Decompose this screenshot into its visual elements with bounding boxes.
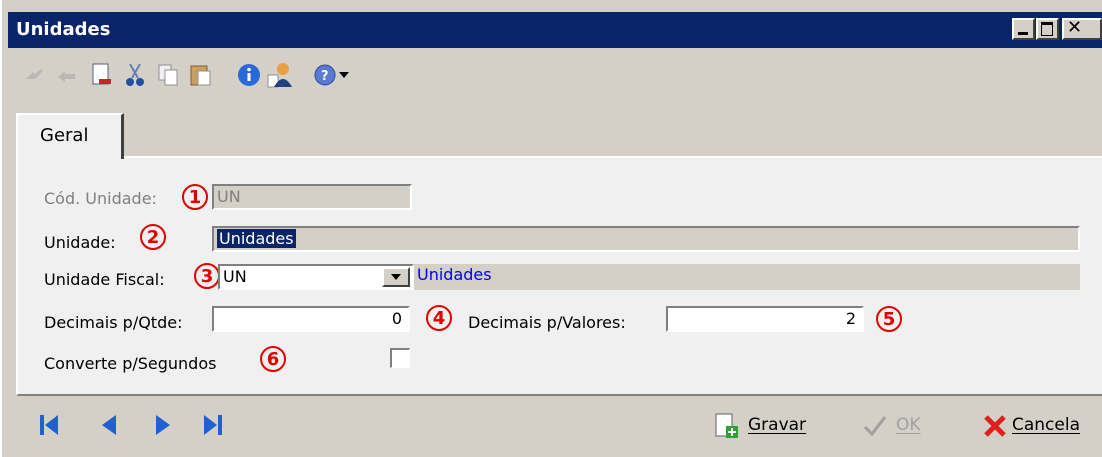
cut-icon[interactable] — [122, 62, 148, 88]
checkmark-icon — [863, 416, 887, 437]
cancela-label: Cancela — [1012, 415, 1081, 435]
unidade-field[interactable]: Unidades — [212, 226, 1080, 252]
decimais-qtde-label: Decimais p/Qtde: — [44, 313, 183, 332]
cod-unidade-field[interactable]: UN — [212, 184, 412, 210]
new-document-icon[interactable] — [88, 62, 114, 88]
decimais-qtde-field[interactable]: 0 — [212, 306, 410, 332]
previous-button[interactable] — [96, 412, 122, 438]
unidade-label: Unidade: — [44, 233, 116, 252]
gravar-label: Gravar — [748, 415, 807, 435]
unidade-fiscal-value: UN — [223, 267, 247, 286]
chevron-down-icon — [391, 274, 401, 280]
skip-last-icon — [204, 415, 222, 435]
maximize-button[interactable] — [1036, 18, 1059, 40]
gravar-button[interactable]: Gravar — [714, 410, 824, 444]
annotation-badge-3: 3 — [194, 263, 220, 289]
unidade-fiscal-description: Unidades — [414, 264, 1080, 290]
title-bar[interactable] — [8, 12, 1102, 48]
save-document-icon — [715, 413, 738, 438]
svg-text:?: ? — [321, 69, 329, 84]
last-record-button[interactable] — [200, 412, 226, 438]
minimize-icon — [1018, 32, 1028, 35]
annotation-badge-2: 2 — [140, 224, 166, 250]
annotation-badge-6: 6 — [260, 346, 286, 372]
arrow-left-icon — [102, 415, 116, 435]
first-record-button[interactable] — [36, 412, 62, 438]
first-record-icon[interactable] — [22, 62, 48, 88]
info-icon[interactable] — [236, 62, 262, 88]
ok-label: OK — [896, 415, 921, 435]
help-icon[interactable]: ? — [312, 62, 338, 88]
decimais-valores-label: Decimais p/Valores: — [468, 313, 626, 332]
tab-geral-label: Geral — [40, 125, 89, 146]
close-icon: ✕ — [1067, 17, 1083, 38]
unidade-fiscal-dropdown-button[interactable] — [382, 267, 410, 287]
red-x-icon — [984, 415, 1006, 437]
copy-icon[interactable] — [156, 62, 182, 88]
annotation-badge-5: 5 — [876, 306, 902, 332]
paste-icon[interactable] — [188, 62, 214, 88]
converte-segundos-checkbox[interactable] — [390, 348, 410, 368]
maximize-icon — [1041, 22, 1053, 36]
converte-segundos-label: Converte p/Segundos — [44, 354, 217, 373]
cod-unidade-label: Cód. Unidade: — [44, 189, 157, 208]
minimize-button[interactable] — [1012, 18, 1035, 40]
ok-button[interactable]: OK — [862, 410, 952, 444]
annotation-badge-4: 4 — [426, 305, 452, 331]
unidade-fiscal-label: Unidade Fiscal: — [44, 270, 165, 289]
previous-record-icon[interactable] — [54, 62, 80, 88]
skip-first-icon — [40, 415, 58, 435]
annotation-badge-1: 1 — [182, 184, 208, 210]
close-button[interactable]: ✕ — [1062, 17, 1102, 40]
user-icon[interactable] — [266, 62, 292, 88]
next-button[interactable] — [150, 412, 176, 438]
dropdown-arrow-icon[interactable] — [336, 62, 352, 88]
window-title: Unidades — [16, 19, 111, 40]
cancela-button[interactable]: Cancela — [982, 410, 1102, 444]
decimais-valores-field[interactable]: 2 — [666, 306, 864, 332]
unidade-selected-text: Unidades — [217, 229, 296, 248]
arrow-right-icon — [156, 415, 170, 435]
